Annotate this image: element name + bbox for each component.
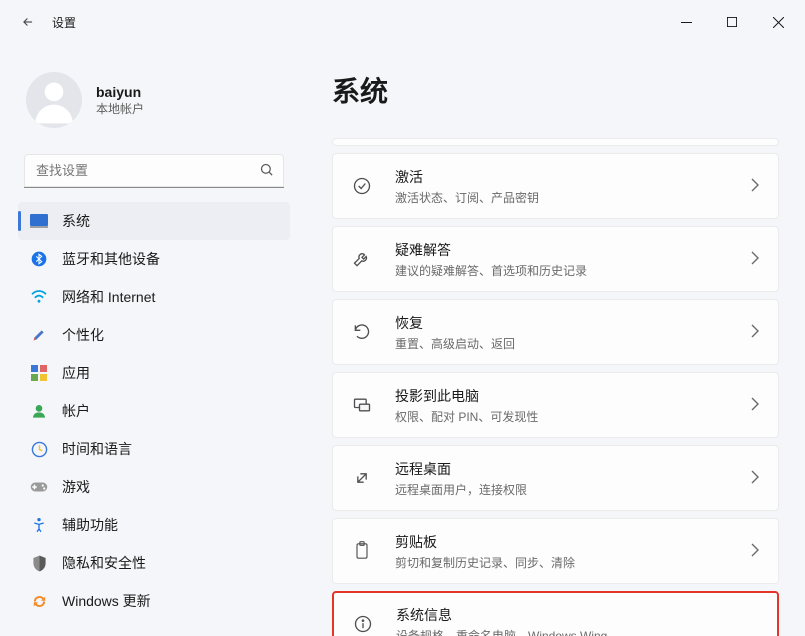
maximize-button[interactable] — [709, 6, 755, 38]
card-sub: 设备规格，重命名电脑、Windows Wing — [396, 627, 759, 636]
nav-label: 个性化 — [62, 325, 104, 345]
accessibility-icon — [30, 516, 48, 534]
card-title: 系统信息 — [396, 605, 759, 625]
card-troubleshoot[interactable]: 疑难解答 建议的疑难解答、首选项和历史记录 — [332, 226, 779, 292]
nav-label: 帐户 — [62, 401, 90, 421]
nav-item-bluetooth[interactable]: 蓝牙和其他设备 — [18, 240, 290, 278]
card-title: 投影到此电脑 — [395, 386, 728, 406]
clock-globe-icon — [30, 440, 48, 458]
nav-item-windows-update[interactable]: Windows 更新 — [18, 582, 290, 620]
card-sub: 重置、高级启动、返回 — [395, 335, 728, 352]
card-stub — [332, 138, 779, 146]
window-title: 设置 — [52, 14, 76, 31]
search-box[interactable] — [24, 154, 284, 188]
nav-label: 蓝牙和其他设备 — [62, 249, 160, 269]
sidebar: baiyun 本地帐户 系统 蓝牙和其他设备 网络和 Internet — [0, 44, 300, 636]
card-sub: 远程桌面用户，连接权限 — [395, 481, 728, 498]
nav-label: 应用 — [62, 363, 90, 383]
card-remote-desktop[interactable]: 远程桌面 远程桌面用户，连接权限 — [332, 445, 779, 511]
brush-icon — [30, 326, 48, 344]
card-sub: 激活状态、订阅、产品密钥 — [395, 189, 728, 206]
profile-name: baiyun — [96, 84, 144, 100]
wifi-icon — [30, 288, 48, 306]
card-clipboard[interactable]: 剪贴板 剪切和复制历史记录、同步、清除 — [332, 518, 779, 584]
search-input[interactable] — [24, 154, 284, 188]
card-title: 疑难解答 — [395, 240, 728, 260]
nav-list: 系统 蓝牙和其他设备 网络和 Internet 个性化 应用 帐户 — [18, 202, 290, 620]
card-title: 激活 — [395, 167, 728, 187]
card-title: 剪贴板 — [395, 532, 728, 552]
nav-item-accessibility[interactable]: 辅助功能 — [18, 506, 290, 544]
gamepad-icon — [30, 478, 48, 496]
card-title: 恢复 — [395, 313, 728, 333]
card-sub: 建议的疑难解答、首选项和历史记录 — [395, 262, 728, 279]
nav-item-network[interactable]: 网络和 Internet — [18, 278, 290, 316]
display-icon — [30, 212, 48, 230]
clipboard-icon — [351, 540, 373, 562]
recovery-icon — [351, 321, 373, 343]
project-icon — [351, 394, 373, 416]
nav-label: Windows 更新 — [62, 591, 151, 611]
bluetooth-icon — [30, 250, 48, 268]
nav-item-gaming[interactable]: 游戏 — [18, 468, 290, 506]
chevron-right-icon — [750, 397, 760, 414]
card-about[interactable]: 系统信息 设备规格，重命名电脑、Windows Wing — [332, 591, 779, 636]
remote-icon — [351, 467, 373, 489]
nav-label: 隐私和安全性 — [62, 553, 146, 573]
profile-sub: 本地帐户 — [96, 100, 144, 117]
back-button[interactable] — [14, 8, 42, 36]
checkmark-circle-icon — [351, 175, 373, 197]
nav-item-apps[interactable]: 应用 — [18, 354, 290, 392]
chevron-right-icon — [750, 324, 760, 341]
nav-item-system[interactable]: 系统 — [18, 202, 290, 240]
update-icon — [30, 592, 48, 610]
account-icon — [30, 402, 48, 420]
nav-label: 辅助功能 — [62, 515, 118, 535]
search-icon — [259, 162, 274, 180]
info-icon — [352, 613, 374, 635]
wrench-icon — [351, 248, 373, 270]
main-content: 系统 激活 激活状态、订阅、产品密钥 疑难解答 建议的疑难解答、首选项和历史记录… — [300, 44, 805, 636]
nav-item-accounts[interactable]: 帐户 — [18, 392, 290, 430]
chevron-right-icon — [750, 178, 760, 195]
nav-label: 时间和语言 — [62, 439, 132, 459]
nav-label: 系统 — [62, 211, 90, 231]
shield-icon — [30, 554, 48, 572]
card-project[interactable]: 投影到此电脑 权限、配对 PIN、可发现性 — [332, 372, 779, 438]
chevron-right-icon — [750, 470, 760, 487]
minimize-button[interactable] — [663, 6, 709, 38]
profile[interactable]: baiyun 本地帐户 — [18, 58, 290, 154]
nav-item-time-language[interactable]: 时间和语言 — [18, 430, 290, 468]
nav-item-privacy[interactable]: 隐私和安全性 — [18, 544, 290, 582]
nav-label: 网络和 Internet — [62, 287, 155, 307]
close-button[interactable] — [755, 6, 801, 38]
card-sub: 权限、配对 PIN、可发现性 — [395, 408, 728, 425]
nav-item-personalization[interactable]: 个性化 — [18, 316, 290, 354]
card-recovery[interactable]: 恢复 重置、高级启动、返回 — [332, 299, 779, 365]
card-title: 远程桌面 — [395, 459, 728, 479]
apps-icon — [30, 364, 48, 382]
card-sub: 剪切和复制历史记录、同步、清除 — [395, 554, 728, 571]
titlebar: 设置 — [0, 0, 805, 44]
nav-label: 游戏 — [62, 477, 90, 497]
avatar — [26, 72, 82, 128]
chevron-right-icon — [750, 251, 760, 268]
chevron-right-icon — [750, 543, 760, 560]
card-activation[interactable]: 激活 激活状态、订阅、产品密钥 — [332, 153, 779, 219]
page-title: 系统 — [332, 70, 779, 110]
